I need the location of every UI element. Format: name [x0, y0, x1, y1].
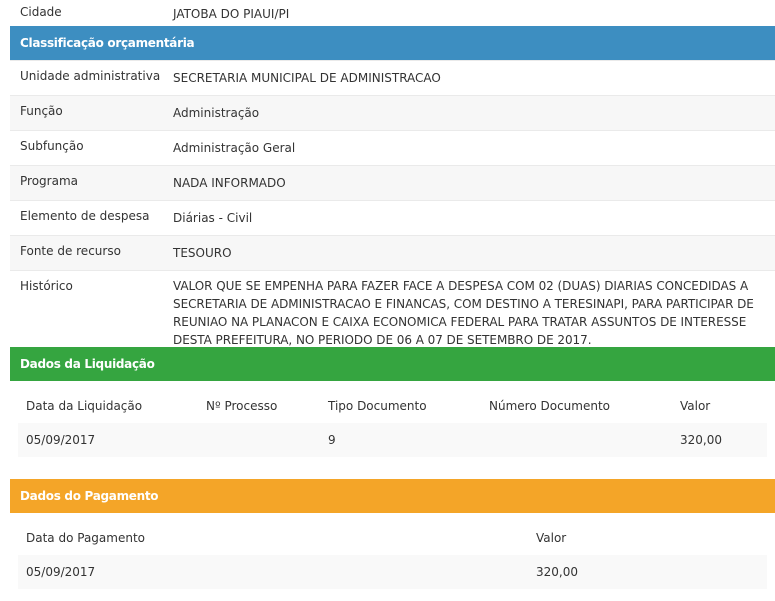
detail-label: Elemento de despesa: [20, 209, 150, 223]
detail-label: Subfunção: [20, 139, 84, 153]
detail-label: Unidade administrativa: [20, 69, 161, 83]
table-cell: 320,00: [536, 565, 578, 579]
section-header-classificacao: Classificação orçamentária: [10, 26, 775, 60]
detail-value: VALOR QUE SE EMPENHA PARA FAZER FACE A D…: [173, 279, 754, 347]
section-header-pagamento: Dados do Pagamento: [10, 479, 775, 513]
column-header: Nº Processo: [206, 399, 278, 413]
detail-row-fonte: Fonte de recurso TESOURO: [10, 235, 775, 270]
detail-label: Cidade: [20, 5, 62, 19]
detail-value: TESOURO: [173, 246, 232, 260]
detail-value: Diárias - Civil: [173, 211, 253, 225]
detail-label: Fonte de recurso: [20, 244, 121, 258]
liquidacao-table: Data da Liquidação Nº Processo Tipo Docu…: [10, 381, 775, 457]
detail-row-unidade: Unidade administrativa SECRETARIA MUNICI…: [10, 60, 775, 95]
column-header: Tipo Documento: [328, 399, 427, 413]
table-header: Data do Pagamento Valor: [18, 521, 767, 555]
section-header-liquidacao: Dados da Liquidação: [10, 347, 775, 381]
table-cell: 05/09/2017: [26, 433, 96, 447]
column-header: Valor: [680, 399, 711, 413]
pagamento-table: Data do Pagamento Valor 05/09/2017 320,0…: [10, 513, 775, 589]
column-header: Valor: [536, 531, 567, 545]
detail-label: Função: [20, 104, 63, 118]
table-header: Data da Liquidação Nº Processo Tipo Docu…: [18, 389, 767, 423]
column-header: Data da Liquidação: [26, 399, 143, 413]
detail-value: JATOBA DO PIAUI/PI: [173, 7, 290, 21]
column-header: Data do Pagamento: [26, 531, 145, 545]
detail-value: Administração: [173, 106, 260, 120]
page: Cidade JATOBA DO PIAUI/PI Classificação …: [10, 0, 775, 589]
table-cell: 320,00: [680, 433, 722, 447]
detail-value: NADA INFORMADO: [173, 176, 286, 190]
table-row: 05/09/2017 9 320,00: [18, 423, 767, 457]
detail-row-programa: Programa NADA INFORMADO: [10, 165, 775, 200]
table-cell: 9: [328, 433, 336, 447]
detail-row-subfuncao: Subfunção Administração Geral: [10, 130, 775, 165]
column-header: Número Documento: [489, 399, 610, 413]
detail-row-cidade: Cidade JATOBA DO PIAUI/PI: [10, 0, 775, 26]
table-cell: 05/09/2017: [26, 565, 96, 579]
detail-value: SECRETARIA MUNICIPAL DE ADMINISTRACAO: [173, 71, 441, 85]
detail-value: Administração Geral: [173, 141, 296, 155]
detail-label: Programa: [20, 174, 78, 188]
table-row: 05/09/2017 320,00: [18, 555, 767, 589]
detail-row-elemento: Elemento de despesa Diárias - Civil: [10, 200, 775, 235]
detail-label: Histórico: [20, 279, 73, 293]
detail-row-funcao: Função Administração: [10, 95, 775, 130]
detail-row-historico: Histórico VALOR QUE SE EMPENHA PARA FAZE…: [10, 270, 775, 347]
